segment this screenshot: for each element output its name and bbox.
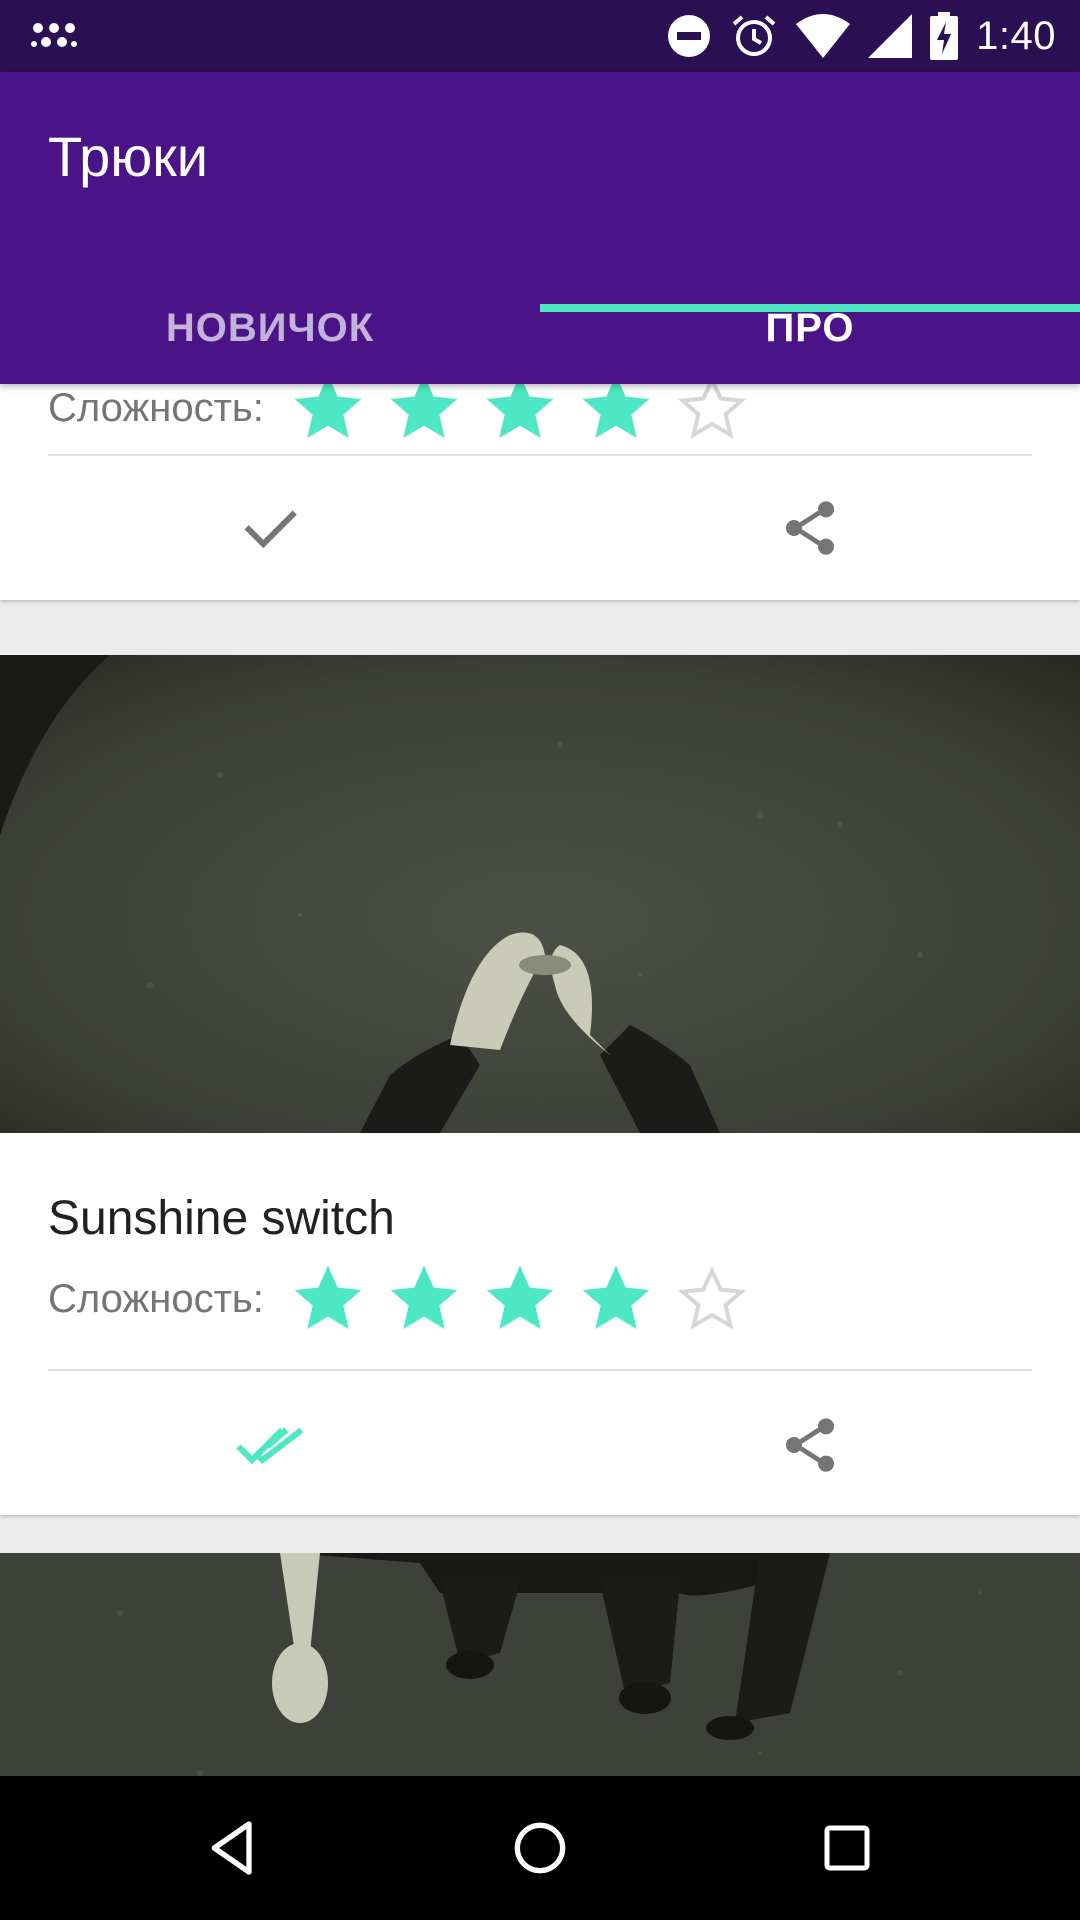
trick-video-thumbnail[interactable] [0, 1553, 1080, 1776]
trick-video-thumbnail[interactable] [0, 655, 1080, 1133]
tab-indicator [540, 304, 1080, 312]
tab-novice[interactable]: НОВИЧОК [0, 272, 540, 384]
status-bar: 1:40 [0, 0, 1080, 72]
trick-title: Sunshine switch [48, 1192, 395, 1245]
star-filled-icon [486, 1265, 554, 1329]
double-check-icon [236, 1427, 304, 1465]
notification-dots-icon [31, 23, 77, 47]
app-bar: Трюки НОВИЧОК ПРО [0, 72, 1080, 384]
difficulty-row: Сложность: [48, 384, 752, 448]
tab-bar: НОВИЧОК ПРО [0, 272, 1080, 384]
tab-pro[interactable]: ПРО [540, 272, 1080, 384]
star-filled-icon [294, 384, 362, 438]
difficulty-row: Сложность: [48, 1259, 752, 1339]
difficulty-label: Сложность: [48, 1276, 264, 1321]
recents-button[interactable] [787, 1788, 907, 1908]
mark-learned-button[interactable] [210, 468, 330, 588]
share-icon [786, 501, 834, 555]
do-not-disturb-icon [668, 15, 711, 57]
share-icon [786, 1418, 834, 1472]
thumbnail-image [0, 655, 1080, 1133]
mark-learned-button[interactable] [210, 1385, 330, 1505]
thumbnail-image [0, 1553, 1080, 1776]
difficulty-label: Сложность: [48, 385, 264, 430]
divider [48, 1369, 1032, 1371]
back-icon [211, 1821, 252, 1875]
difficulty-rating [288, 1259, 752, 1339]
navigation-bar [0, 1776, 1080, 1920]
star-filled-icon [486, 384, 554, 438]
share-button[interactable] [750, 1385, 870, 1505]
back-button[interactable] [173, 1788, 293, 1908]
star-empty-icon [677, 384, 746, 439]
cell-signal-icon [868, 14, 913, 58]
wifi-icon [796, 14, 851, 58]
recents-icon [824, 1825, 870, 1871]
home-icon [514, 1822, 566, 1874]
status-time: 1:40 [976, 13, 1056, 58]
star-filled-icon [390, 384, 458, 438]
divider [48, 454, 1032, 456]
trick-card[interactable]: Sunshine switch Сложность: [0, 655, 1080, 1515]
share-button[interactable] [750, 468, 870, 588]
page-title: Трюки [48, 125, 208, 188]
star-empty-icon [677, 1265, 746, 1330]
battery-charging-icon [930, 12, 959, 60]
trick-card[interactable] [0, 1553, 1080, 1776]
star-filled-icon [294, 1265, 362, 1329]
screen: 1:40 Трюки НОВИЧОК ПРО Сложность: Sunshi… [0, 0, 1080, 1920]
trick-card: Сложность: [0, 384, 1080, 600]
star-filled-icon [390, 1265, 458, 1329]
alarm-icon [732, 15, 776, 56]
star-filled-icon [582, 384, 650, 438]
home-button[interactable] [480, 1788, 600, 1908]
tricks-list[interactable]: Сложность: Sunshine switch Сложность: [0, 384, 1080, 1776]
check-icon [244, 510, 297, 549]
difficulty-rating [288, 384, 752, 448]
star-filled-icon [582, 1265, 650, 1329]
